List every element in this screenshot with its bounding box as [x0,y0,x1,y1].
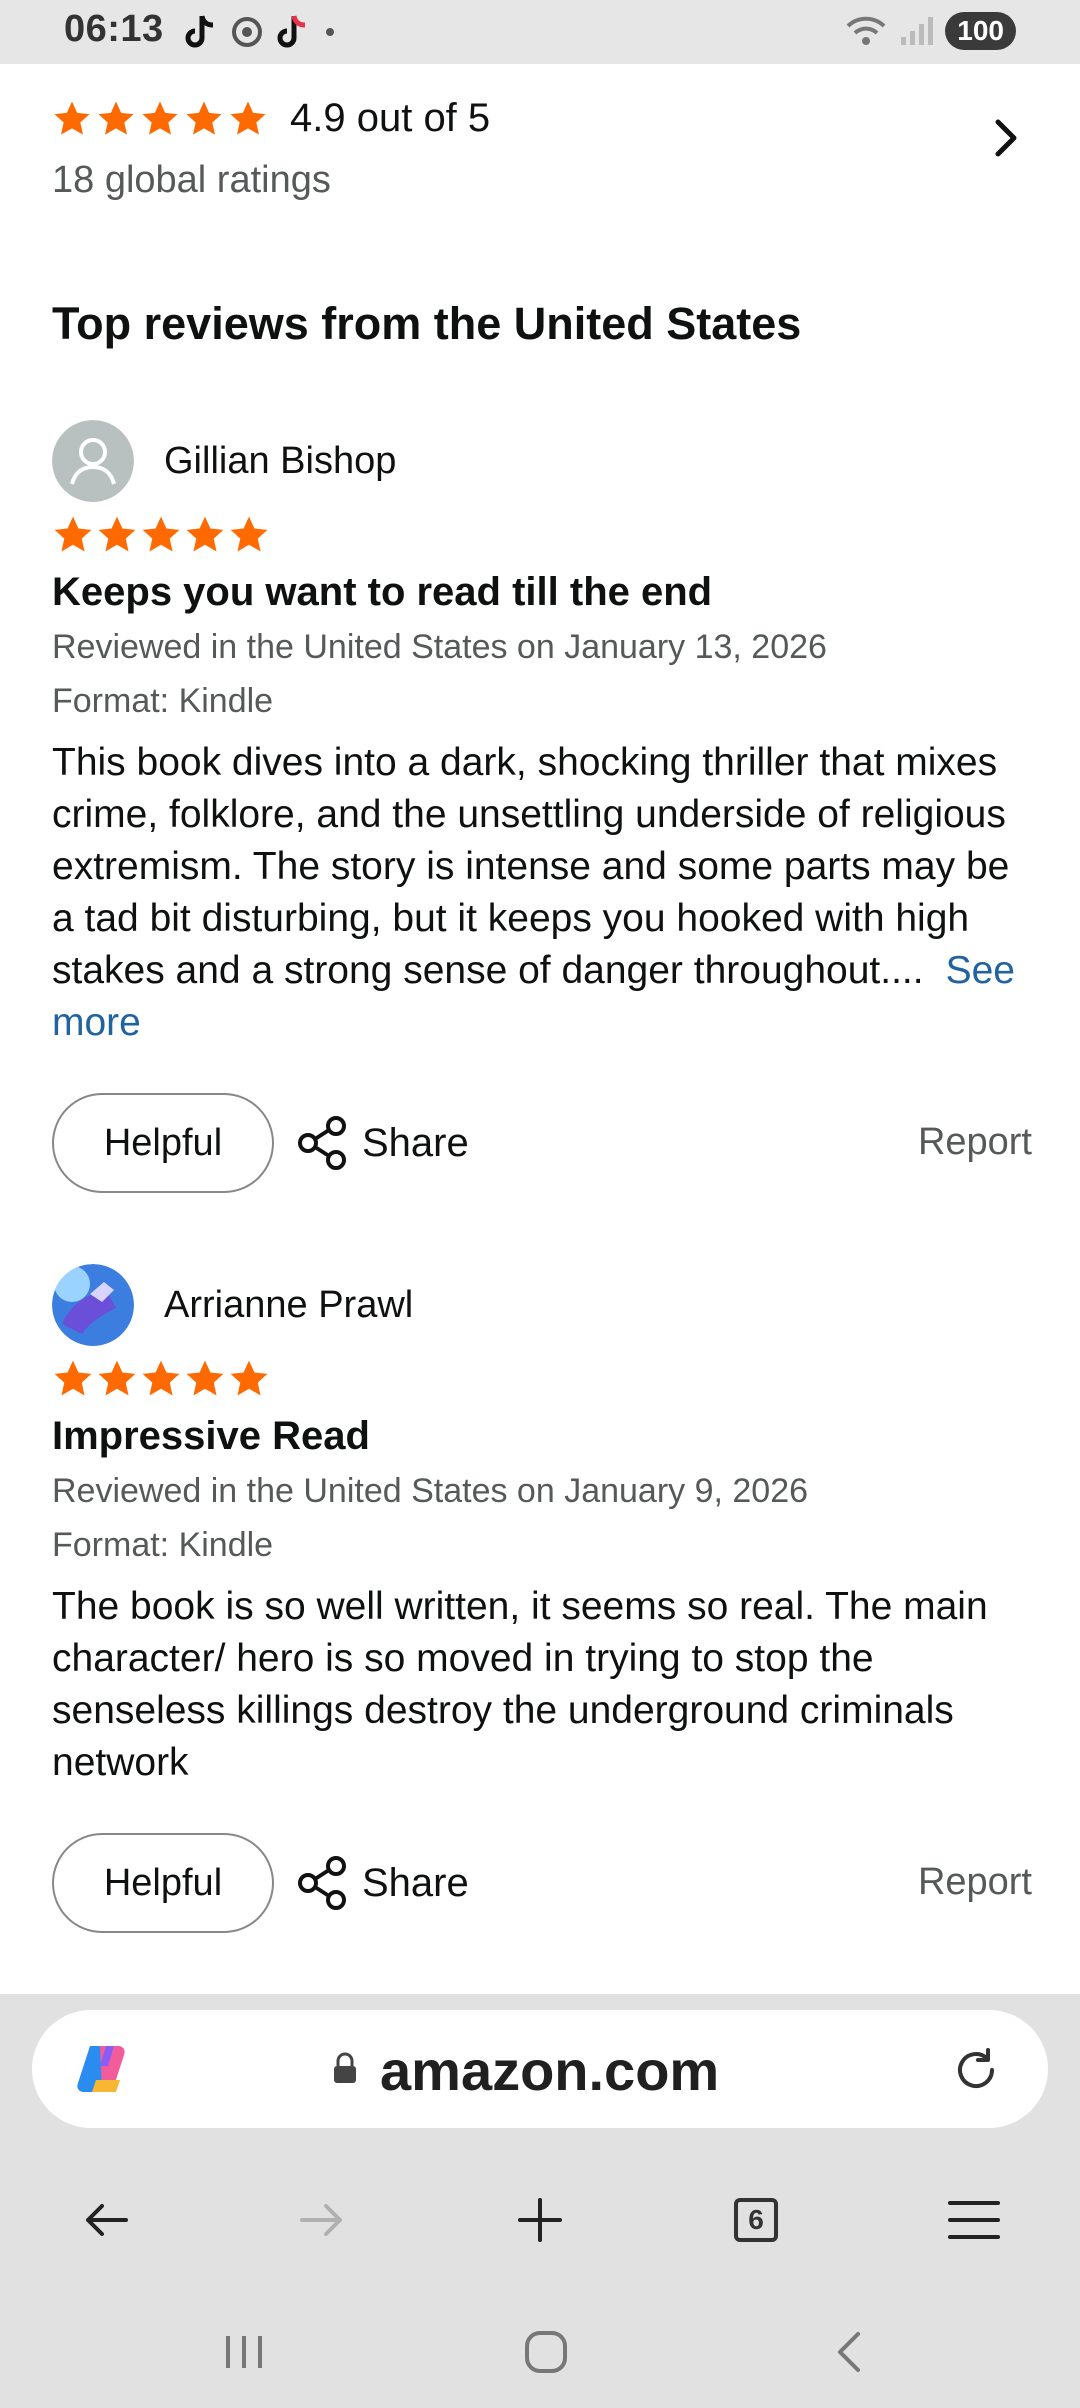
review-format: Format: Kindle [52,1526,274,1564]
new-tab-button[interactable] [500,2180,580,2260]
reviewer[interactable]: Gillian Bishop [52,420,1032,502]
section-title: Top reviews from the United States [52,298,802,349]
share-label: Share [362,1120,469,1165]
back-button[interactable] [66,2180,146,2260]
plus-icon [518,2198,562,2242]
reload-icon[interactable] [950,2044,1002,2096]
review-date: Reviewed in the United States on January… [52,628,827,666]
helpful-button[interactable]: Helpful [52,1833,274,1933]
review-stars [52,1358,1032,1400]
tabs-button[interactable]: 6 [716,2180,796,2260]
browser-nav: 6 [0,2180,1080,2260]
review-actions: Helpful Share Report [52,1833,1032,1933]
star-icon [98,516,136,552]
wifi-icon [846,16,886,45]
lock-icon [334,2052,356,2083]
share-icon [298,1856,346,1910]
star-icon [186,516,224,552]
review-body-text: This book dives into a dark, shocking th… [52,741,1010,992]
star-icon [142,1360,180,1396]
home-button[interactable] [506,2320,586,2384]
review-actions: Helpful Share Report [52,1093,1032,1193]
star-icon [54,516,92,552]
tiktok-icon [277,15,306,48]
user-avatar [52,1264,134,1346]
star-icon [54,101,90,135]
signal-icon [901,17,934,45]
dot-icon [326,28,334,36]
helpful-button[interactable]: Helpful [52,1093,274,1193]
summary-stars: 4.9 out of 5 [52,96,1032,141]
rating-summary[interactable]: 4.9 out of 5 18 global ratings [52,96,1032,226]
screen: 06:13 100 4.9 out of 5 18 global ratings… [0,0,1080,2408]
star-icon [54,1360,92,1396]
star-icon [230,1360,268,1396]
reviewer-name: Gillian Bishop [164,439,397,482]
review-card: Arrianne Prawl Impressive Read Reviewed … [52,1264,1032,1933]
reviewer-name: Arrianne Prawl [164,1283,414,1326]
report-link[interactable]: Report [918,1861,1032,1904]
review-card: Gillian Bishop Keeps you want to read ti… [52,420,1032,1193]
status-time: 06:13 [64,8,164,50]
address-bar[interactable]: amazon.com [32,2010,1048,2128]
review-title: Keeps you want to read till the end [52,570,713,614]
review-format: Format: Kindle [52,682,274,720]
home-icon [525,2331,567,2373]
url-text: amazon.com [380,2039,720,2102]
recent-apps-button[interactable] [204,2320,284,2384]
browser-toolbar: amazon.com 6 [0,1994,1080,2408]
star-icon [186,1360,224,1396]
copilot-icon[interactable] [76,2042,132,2096]
system-back-button[interactable] [808,2320,888,2384]
arrow-right-icon [300,2204,342,2236]
default-avatar-icon [52,420,134,502]
share-label: Share [362,1860,469,1905]
tiktok-icon [185,15,214,48]
review-title: Impressive Read [52,1414,370,1458]
star-icon [142,516,180,552]
system-navigation [0,2300,1080,2408]
review-date: Reviewed in the United States on January… [52,1472,809,1510]
notification-icons [184,14,336,50]
rating-text: 4.9 out of 5 [290,96,491,140]
review-stars [52,514,1032,556]
share-icon [298,1116,346,1170]
star-icon [230,101,266,135]
hamburger-menu-icon [948,2201,1000,2239]
chevron-right-icon[interactable] [990,114,1024,162]
battery-indicator: 100 [945,12,1016,50]
star-icon [142,101,178,135]
share-button[interactable]: Share [294,1854,469,1912]
report-link[interactable]: Report [918,1121,1032,1164]
menu-button[interactable] [934,2180,1014,2260]
arrow-left-icon [86,2204,128,2236]
chevron-left-icon [838,2332,860,2372]
review-body: This book dives into a dark, shocking th… [52,737,1032,1049]
reviewer[interactable]: Arrianne Prawl [52,1264,1032,1346]
tab-count: 6 [734,2198,778,2242]
status-bar: 06:13 100 [0,0,1080,64]
share-button[interactable]: Share [294,1114,469,1172]
recent-apps-icon [226,2336,262,2368]
star-icon [230,516,268,552]
review-body: The book is so well written, it seems so… [52,1585,988,1784]
star-icon [98,1360,136,1396]
chrome-icon [232,17,262,47]
system-status-icons: 100 [845,12,1016,50]
forward-button[interactable] [282,2180,362,2260]
star-icon [98,101,134,135]
star-icon [186,101,222,135]
global-ratings-count: 18 global ratings [52,159,331,201]
